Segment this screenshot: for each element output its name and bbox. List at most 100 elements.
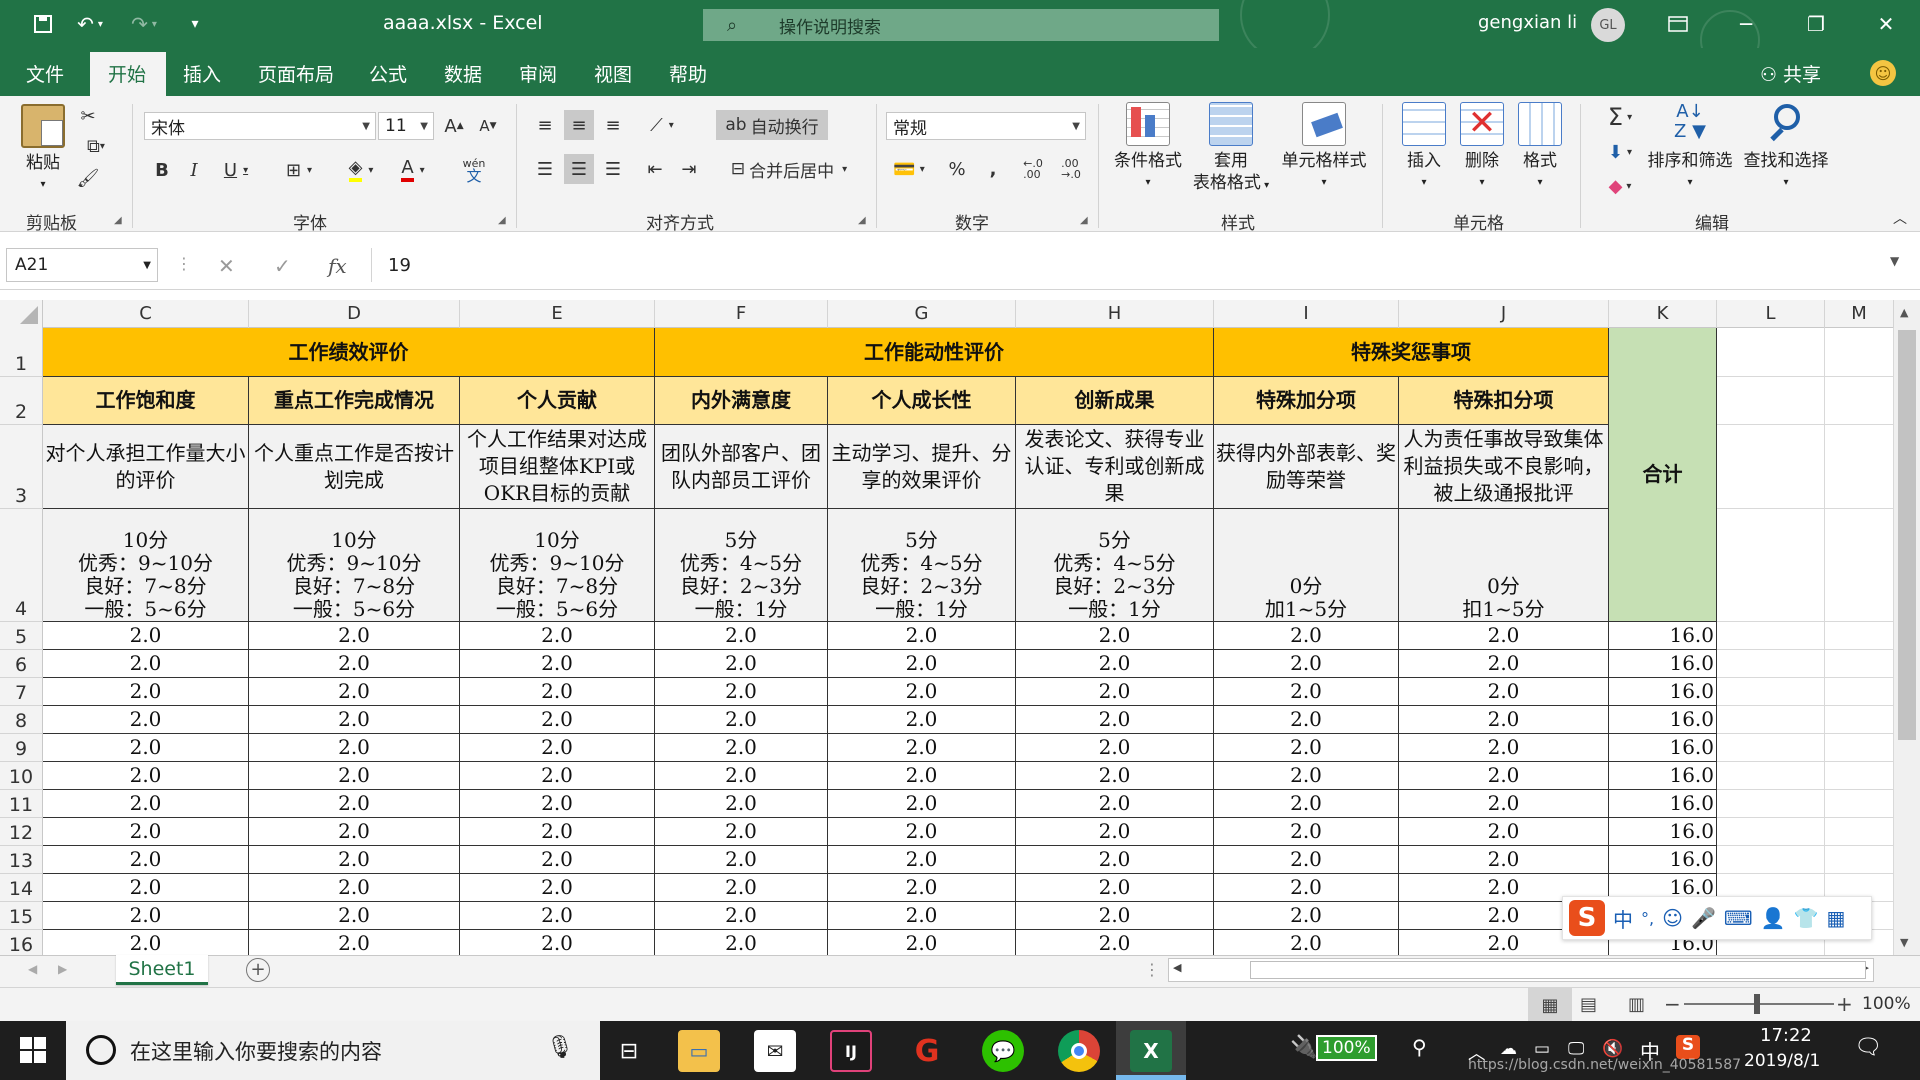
number-launcher-icon[interactable]: ◢ (1080, 215, 1088, 226)
score-cell[interactable]: 2.0 (249, 734, 460, 762)
empty-cell[interactable] (1717, 425, 1825, 509)
scoring-cell[interactable]: 10分 优秀：9~10分 良好：7~8分 一般：5~6分 (460, 509, 655, 622)
ribbon-display-options-icon[interactable] (1658, 8, 1698, 40)
insert-cells-button[interactable]: 插入 ▾ (1392, 102, 1456, 194)
score-cell[interactable]: 2.0 (43, 734, 249, 762)
format-painter-icon[interactable]: 🖌 (76, 166, 100, 190)
score-cell[interactable]: 2.0 (655, 902, 828, 930)
scoring-cell[interactable]: 0分 加1~5分 (1214, 509, 1399, 622)
score-cell[interactable]: 2.0 (1214, 874, 1399, 902)
score-cell[interactable]: 2.0 (43, 622, 249, 650)
score-cell[interactable]: 2.0 (1016, 818, 1214, 846)
description-cell[interactable]: 获得内外部表彰、奖励等荣誉 (1214, 425, 1399, 509)
score-cell[interactable]: 2.0 (828, 678, 1016, 706)
normal-view-icon[interactable]: ▦ (1528, 988, 1572, 1022)
score-cell[interactable]: 2.0 (828, 790, 1016, 818)
scroll-down-icon[interactable]: ▼ (1900, 936, 1908, 949)
volume-icon[interactable]: 🔇 (1602, 1039, 1623, 1059)
clock-date[interactable]: 2019/8/1 (1744, 1051, 1820, 1071)
align-right-icon[interactable]: ☰ (598, 154, 628, 184)
expand-formula-bar-icon[interactable]: ▼ (1890, 254, 1899, 268)
sub-header-cell[interactable]: 重点工作完成情况 (249, 377, 460, 425)
score-cell[interactable]: 2.0 (460, 874, 655, 902)
score-cell[interactable]: 2.0 (1016, 902, 1214, 930)
intellij-icon[interactable]: IJ (830, 1030, 872, 1072)
empty-cell[interactable] (1717, 762, 1825, 790)
row-header-9[interactable]: 9 (0, 734, 43, 762)
share-button[interactable]: ⚇ 共享 (1760, 60, 1821, 87)
mail-icon[interactable]: ✉ (754, 1030, 796, 1072)
font-launcher-icon[interactable]: ◢ (498, 215, 506, 226)
column-header-e[interactable]: E (460, 300, 655, 328)
shrink-font-icon[interactable]: A ▼ (474, 112, 502, 140)
score-cell[interactable]: 2.0 (655, 790, 828, 818)
italic-icon[interactable]: I (180, 156, 208, 184)
microphone-icon[interactable]: 🎙 (546, 1035, 574, 1060)
tab-view[interactable]: 视图 (594, 60, 632, 87)
column-header-d[interactable]: D (249, 300, 460, 328)
git-client-icon[interactable]: G (906, 1030, 948, 1072)
total-cell[interactable]: 16.0 (1609, 734, 1717, 762)
empty-cell[interactable] (1717, 706, 1825, 734)
score-cell[interactable]: 2.0 (43, 790, 249, 818)
score-cell[interactable]: 2.0 (249, 790, 460, 818)
user-icon[interactable]: 👤 (1761, 906, 1786, 930)
tab-split-handle[interactable]: ⋮ (1144, 960, 1160, 979)
scoring-cell[interactable]: 5分 优秀：4~5分 良好：2~3分 一般：1分 (1016, 509, 1214, 622)
sub-header-cell[interactable]: 特殊扣分项 (1399, 377, 1609, 425)
column-header-j[interactable]: J (1399, 300, 1609, 328)
empty-cell[interactable] (1717, 377, 1825, 425)
score-cell[interactable]: 2.0 (249, 818, 460, 846)
row-header-3[interactable]: 3 (0, 425, 43, 509)
row-header-5[interactable]: 5 (0, 622, 43, 650)
score-cell[interactable]: 2.0 (828, 846, 1016, 874)
row-header-15[interactable]: 15 (0, 902, 43, 930)
empty-cell[interactable] (1825, 377, 1894, 425)
autosum-icon[interactable]: Σ ▾ (1598, 102, 1642, 132)
align-top-icon[interactable]: ≡ (530, 110, 560, 140)
total-cell[interactable]: 16.0 (1609, 706, 1717, 734)
score-cell[interactable]: 2.0 (460, 790, 655, 818)
tab-help[interactable]: 帮助 (669, 60, 707, 87)
description-cell[interactable]: 团队外部客户、团队内部员工评价 (655, 425, 828, 509)
paste-button[interactable]: 粘贴 ▾ (16, 104, 70, 196)
sub-header-cell[interactable]: 个人成长性 (828, 377, 1016, 425)
alignment-launcher-icon[interactable]: ◢ (858, 215, 866, 226)
tell-me-search[interactable]: ⌕ 操作说明搜索 (703, 9, 1219, 41)
number-format-select[interactable]: 常规 ▼ (886, 112, 1086, 140)
column-header-l[interactable]: L (1717, 300, 1825, 328)
tab-home[interactable]: 开始 (108, 60, 146, 87)
decrease-decimal-icon[interactable]: .00 →.0 (1054, 154, 1088, 184)
score-cell[interactable]: 2.0 (43, 874, 249, 902)
score-cell[interactable]: 2.0 (1214, 678, 1399, 706)
row-header-13[interactable]: 13 (0, 846, 43, 874)
page-layout-view-icon[interactable]: ▤ (1580, 994, 1597, 1015)
score-cell[interactable]: 2.0 (828, 650, 1016, 678)
merge-center-button[interactable]: ⊟ 合并后居中 ▾ (716, 154, 862, 184)
prev-sheet-icon[interactable]: ◀ (28, 962, 37, 976)
increase-indent-icon[interactable]: ⇥ (674, 154, 704, 184)
row-header-1[interactable]: 1 (0, 328, 43, 377)
score-cell[interactable]: 2.0 (1016, 706, 1214, 734)
restore-icon[interactable]: ❐ (1796, 8, 1836, 40)
underline-icon[interactable]: U ▾ (214, 156, 258, 184)
avatar[interactable]: GL (1591, 8, 1625, 42)
undo-icon[interactable]: ↶ ▾ (70, 10, 110, 38)
score-cell[interactable]: 2.0 (43, 762, 249, 790)
score-cell[interactable]: 2.0 (1399, 846, 1609, 874)
empty-cell[interactable] (1717, 734, 1825, 762)
group-header-cell[interactable]: 工作绩效评价 (43, 328, 655, 377)
score-cell[interactable]: 2.0 (460, 622, 655, 650)
ime-toolbar[interactable]: S 中 °, ☺ 🎤 ⌨ 👤 👕 ▦ (1562, 896, 1872, 940)
font-size-select[interactable]: 11 ▼ (378, 112, 434, 140)
score-cell[interactable]: 2.0 (1399, 678, 1609, 706)
tab-data[interactable]: 数据 (444, 60, 482, 87)
bold-icon[interactable]: B (148, 156, 176, 184)
empty-cell[interactable] (1825, 650, 1894, 678)
sub-header-cell[interactable]: 个人贡献 (460, 377, 655, 425)
empty-cell[interactable] (1717, 509, 1825, 622)
conditional-format-button[interactable]: 条件格式 ▾ (1106, 102, 1190, 194)
row-header-8[interactable]: 8 (0, 706, 43, 734)
sort-filter-button[interactable]: A↓ Z ▼ 排序和筛选 ▾ (1640, 102, 1740, 194)
enter-icon[interactable]: ✓ (274, 254, 291, 278)
